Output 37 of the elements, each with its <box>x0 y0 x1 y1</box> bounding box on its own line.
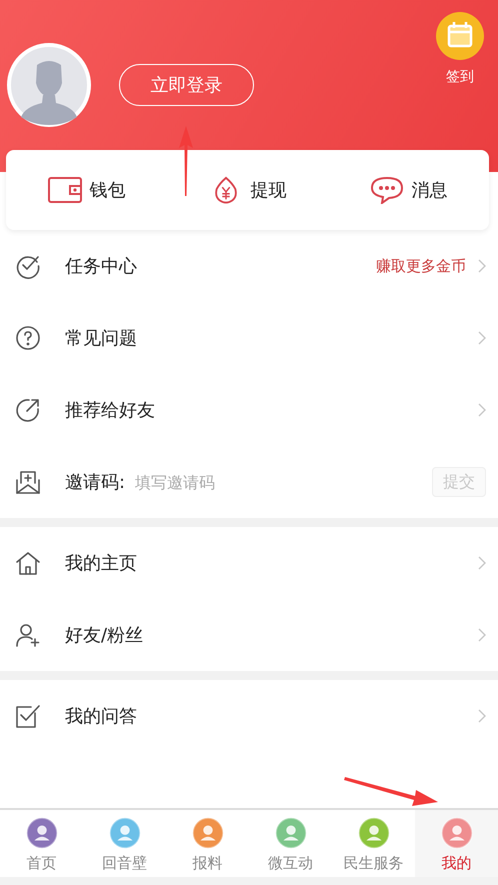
tab[interactable]: 首页 <box>0 810 83 879</box>
share-icon <box>15 397 41 423</box>
check-icon <box>15 253 41 279</box>
chevron-icon <box>478 259 486 273</box>
mail-icon <box>15 469 41 495</box>
tab[interactable]: 回音壁 <box>83 810 166 879</box>
menu-item[interactable]: 常见问题 <box>65 326 137 350</box>
menu-item[interactable]: 任务中心 <box>65 254 137 278</box>
calendar-icon[interactable] <box>436 12 484 60</box>
menu-item[interactable]: 好友/粉丝 <box>65 623 144 647</box>
quick-action[interactable]: 消息 <box>370 176 448 204</box>
question-icon <box>15 325 41 351</box>
tab[interactable]: 报料 <box>166 810 249 879</box>
edit-icon <box>15 703 41 729</box>
menu-item[interactable]: 我的问答 <box>65 704 137 728</box>
chevron-icon <box>478 628 486 642</box>
user-icon <box>15 622 41 648</box>
chevron-icon <box>478 709 486 723</box>
checkin-label: 签到 <box>446 68 474 86</box>
annotation-arrow <box>176 126 196 196</box>
quick-action[interactable]: 钱包 <box>48 176 126 204</box>
home-icon <box>15 550 41 576</box>
tab[interactable]: 我的 <box>415 810 498 879</box>
tab[interactable]: 民生服务 <box>332 810 415 879</box>
chevron-icon <box>478 403 486 417</box>
earn-coins-hint: 赚取更多金币 <box>376 256 466 276</box>
wallet-icon <box>48 176 82 204</box>
login-button[interactable]: 立即登录 <box>119 64 254 106</box>
chat-bubble-icon <box>370 176 404 204</box>
invite-code-label: 邀请码: <box>65 471 126 494</box>
quick-action[interactable]: 提现 <box>208 176 286 204</box>
tab[interactable]: 微互动 <box>249 810 332 879</box>
menu-item[interactable]: 推荐给好友 <box>65 398 155 422</box>
menu-item[interactable]: 我的主页 <box>65 551 137 575</box>
avatar-icon <box>7 43 91 127</box>
chevron-icon <box>478 556 486 570</box>
chevron-icon <box>478 331 486 345</box>
